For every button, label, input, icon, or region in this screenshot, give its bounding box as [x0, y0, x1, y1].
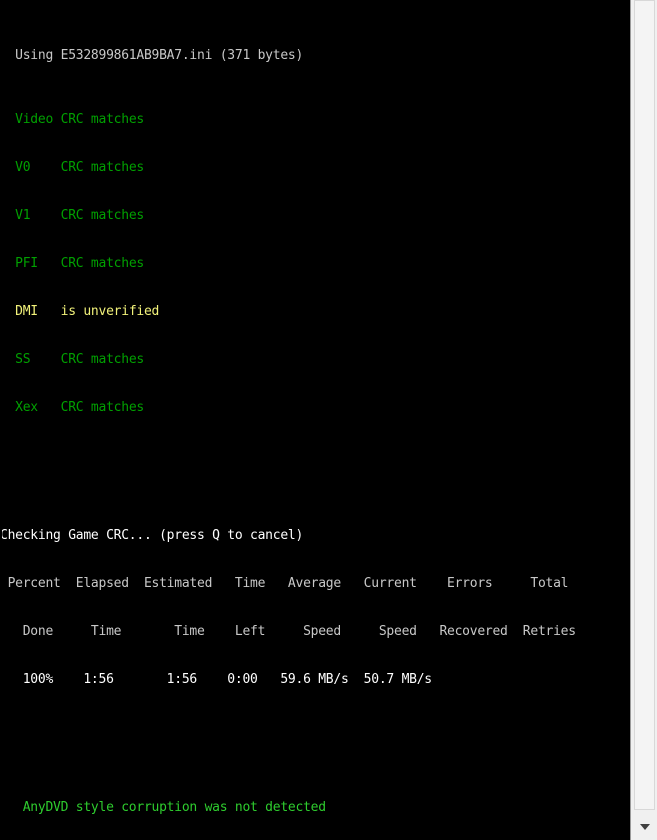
progress-values-text: 100% 1:56 1:56 0:00 59.6 MB/s 50.7 MB/s	[0, 672, 432, 687]
verify-row-ss-label: SS	[0, 352, 54, 367]
verify-row-xex-label: Xex	[0, 400, 54, 415]
chevron-down-icon	[639, 824, 650, 830]
progress-header-top: Percent Elapsed Estimated Time Average C…	[0, 576, 630, 592]
verify-row-video: Video CRC matches	[0, 112, 630, 128]
progress-heading: Checking Game CRC... (press Q to cancel)	[0, 528, 630, 544]
verify-row-pfi-label: PFI	[0, 256, 54, 271]
progress-values-row: 100% 1:56 1:56 0:00 59.6 MB/s 50.7 MB/s	[0, 672, 630, 688]
verify-row-video-status: CRC matches	[53, 112, 145, 127]
verify-row-pfi-status: CRC matches	[53, 256, 145, 271]
progress-header-bottom: Done Time Time Left Speed Speed Recovere…	[0, 624, 630, 640]
anydvd-status-line: AnyDVD style corruption was not detected	[0, 800, 630, 816]
progress-header-bottom-text: Done Time Time Left Speed Speed Recovere…	[0, 624, 576, 639]
verify-row-v0-status: CRC matches	[53, 160, 145, 175]
verify-row-v0: V0 CRC matches	[0, 160, 630, 176]
console-output-area[interactable]: Using E532899861AB9BA7.ini (371 bytes) V…	[0, 0, 630, 840]
progress-header-top-text: Percent Elapsed Estimated Time Average C…	[0, 576, 569, 591]
verify-row-xex-status: CRC matches	[53, 400, 145, 415]
verify-row-dmi-status: is unverified	[53, 304, 160, 319]
verify-row-ss-status: CRC matches	[53, 352, 145, 367]
verify-row-v1-label: V1	[0, 208, 54, 223]
verify-row-v1: V1 CRC matches	[0, 208, 630, 224]
verify-row-v0-label: V0	[0, 160, 54, 175]
verify-row-dmi-label: DMI	[0, 304, 54, 319]
window-left-edge	[0, 0, 2, 840]
anydvd-status-text: AnyDVD style corruption was not detected	[0, 800, 326, 815]
verify-row-ss: SS CRC matches	[0, 352, 630, 368]
vertical-scrollbar[interactable]	[630, 0, 657, 840]
verify-row-video-label: Video	[0, 112, 54, 127]
ini-line-text: Using E532899861AB9BA7.ini (371 bytes)	[0, 48, 304, 63]
ini-line: Using E532899861AB9BA7.ini (371 bytes)	[0, 48, 630, 64]
console-window: Using E532899861AB9BA7.ini (371 bytes) V…	[0, 0, 657, 840]
scrollbar-thumb[interactable]	[634, 0, 655, 810]
verify-row-dmi: DMI is unverified	[0, 304, 630, 320]
scrollbar-down-button[interactable]	[633, 816, 656, 838]
verify-row-v1-status: CRC matches	[53, 208, 145, 223]
verify-row-pfi: PFI CRC matches	[0, 256, 630, 272]
verify-row-xex: Xex CRC matches	[0, 400, 630, 416]
progress-heading-text: Checking Game CRC... (press Q to cancel)	[0, 528, 304, 543]
